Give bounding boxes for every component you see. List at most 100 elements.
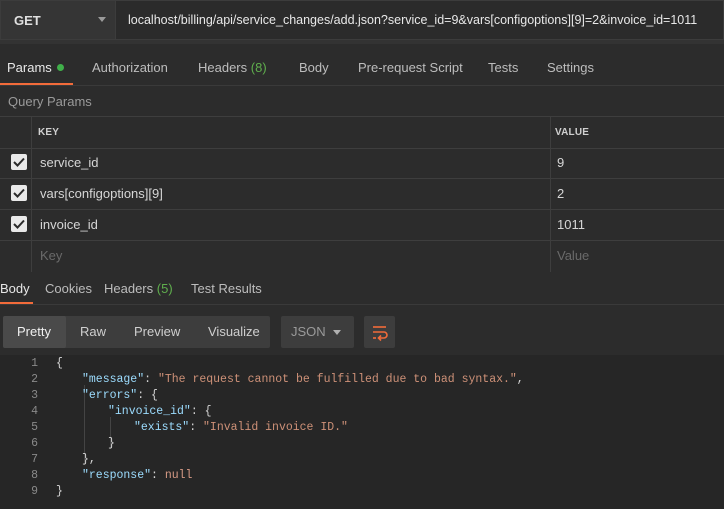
- tab-response-headers-count: (5): [156, 281, 173, 296]
- view-mode-group: Pretty Raw Preview Visualize: [3, 316, 270, 348]
- param-key[interactable]: vars[configoptions][9]: [40, 186, 163, 201]
- param-checkbox[interactable]: [11, 154, 27, 170]
- tab-tests[interactable]: Tests: [488, 60, 518, 75]
- new-value-input[interactable]: Value: [557, 248, 589, 263]
- tab-response-headers-label: Headers: [104, 281, 154, 296]
- preview-button[interactable]: Preview: [134, 324, 180, 339]
- method-value: GET: [14, 13, 41, 28]
- url-text: localhost/billing/api/service_changes/ad…: [128, 13, 698, 27]
- key-column-header: KEY: [38, 127, 60, 138]
- code-line: },: [82, 453, 96, 466]
- param-value[interactable]: 1011: [557, 217, 585, 232]
- column-divider: [31, 179, 32, 209]
- table-row: service_id 9: [0, 148, 724, 179]
- column-divider: [550, 148, 551, 178]
- code-line: "errors": {: [82, 389, 158, 402]
- checkmark-icon: [13, 188, 25, 198]
- table-row: vars[configoptions][9] 2: [0, 179, 724, 210]
- code-token: }: [108, 437, 115, 450]
- tab-authorization[interactable]: Authorization: [92, 60, 168, 75]
- column-divider: [550, 241, 551, 272]
- tab-body[interactable]: Body: [299, 60, 329, 75]
- param-value[interactable]: 9: [557, 155, 564, 170]
- code-token: "response": [82, 469, 152, 482]
- query-params-table: KEY VALUE service_id 9 vars[configoption…: [0, 116, 724, 273]
- tab-params[interactable]: Params: [7, 60, 64, 75]
- tab-settings[interactable]: Settings: [547, 60, 594, 75]
- checkmark-icon: [13, 157, 25, 167]
- param-value[interactable]: 2: [557, 186, 564, 201]
- table-header-row: KEY VALUE: [0, 117, 724, 149]
- tab-response-body[interactable]: Body: [0, 281, 30, 296]
- url-input[interactable]: localhost/billing/api/service_changes/ad…: [116, 0, 724, 40]
- line-number: 7: [31, 453, 38, 466]
- tab-pre-request-script[interactable]: Pre-request Script: [358, 60, 463, 75]
- code-line: {: [56, 357, 63, 370]
- param-key[interactable]: service_id: [40, 155, 99, 170]
- code-line: }: [56, 485, 63, 498]
- code-line: "message": "The request cannot be fulfil…: [82, 373, 524, 386]
- chevron-down-icon: [333, 330, 341, 335]
- tab-response-headers[interactable]: Headers (5): [104, 281, 173, 296]
- code-line: "exists": "Invalid invoice ID.": [134, 421, 348, 434]
- code-token: "message": [82, 373, 145, 386]
- code-token: {: [56, 357, 63, 370]
- code-token: "Invalid invoice ID.": [203, 421, 348, 434]
- code-line: "response": null: [82, 469, 193, 482]
- line-number: 3: [31, 389, 38, 402]
- tab-headers-label: Headers: [198, 60, 248, 75]
- column-divider: [550, 210, 551, 240]
- column-divider: [31, 241, 32, 272]
- line-number: 6: [31, 437, 38, 450]
- column-divider: [31, 210, 32, 240]
- tab-headers-count: (8): [250, 60, 267, 75]
- new-key-input[interactable]: Key: [40, 248, 62, 263]
- request-tabs: Params Authorization Headers (8) Body Pr…: [0, 51, 724, 86]
- response-toolbar: Pretty Raw Preview Visualize JSON: [0, 305, 724, 355]
- code-token: },: [82, 453, 96, 466]
- code-token: }: [56, 485, 63, 498]
- code-token: "exists": [134, 421, 190, 434]
- line-number: 2: [31, 373, 38, 386]
- tab-params-label: Params: [7, 60, 52, 75]
- tab-cookies[interactable]: Cookies: [45, 281, 92, 296]
- table-row: invoice_id 1011: [0, 210, 724, 241]
- line-number: 1: [31, 357, 38, 370]
- column-divider: [550, 117, 551, 148]
- format-select[interactable]: JSON: [281, 316, 354, 348]
- checkmark-icon: [13, 219, 25, 229]
- table-row-new: Key Value: [0, 241, 724, 272]
- line-number: 9: [31, 485, 38, 498]
- wrap-lines-button[interactable]: [364, 316, 395, 348]
- method-select[interactable]: GET: [0, 0, 116, 40]
- param-key[interactable]: invoice_id: [40, 217, 98, 232]
- column-divider: [550, 179, 551, 209]
- request-url-bar: GET localhost/billing/api/service_change…: [0, 0, 724, 44]
- tab-headers[interactable]: Headers (8): [198, 60, 267, 75]
- code-token: null: [164, 469, 193, 482]
- column-divider: [31, 148, 32, 178]
- code-line: }: [108, 437, 115, 450]
- param-checkbox[interactable]: [11, 185, 27, 201]
- raw-button[interactable]: Raw: [80, 324, 106, 339]
- code-line: "invoice_id": {: [108, 405, 212, 418]
- value-column-header: VALUE: [555, 127, 590, 138]
- tab-test-results[interactable]: Test Results: [191, 281, 262, 296]
- line-number: 5: [31, 421, 38, 434]
- response-body-code[interactable]: 1 2 3 4 5 6 7 8 9 { "message": "The requ…: [0, 355, 724, 509]
- response-tabs: Body Cookies Headers (5) Test Results: [0, 272, 724, 305]
- active-tab-indicator: [0, 302, 33, 304]
- pretty-label[interactable]: Pretty: [17, 324, 51, 339]
- format-value: JSON: [291, 324, 326, 339]
- params-active-dot-icon: [56, 64, 64, 71]
- line-number: 8: [31, 469, 38, 482]
- column-divider: [31, 117, 32, 148]
- query-params-title: Query Params: [8, 94, 92, 109]
- line-number: 4: [31, 405, 38, 418]
- param-checkbox[interactable]: [11, 216, 27, 232]
- code-token: "invoice_id": [108, 405, 191, 418]
- active-tab-indicator: [0, 83, 73, 85]
- wrap-lines-icon: [373, 326, 388, 342]
- code-token: "The request cannot be fulfilled due to …: [157, 373, 517, 386]
- visualize-button[interactable]: Visualize: [208, 324, 260, 339]
